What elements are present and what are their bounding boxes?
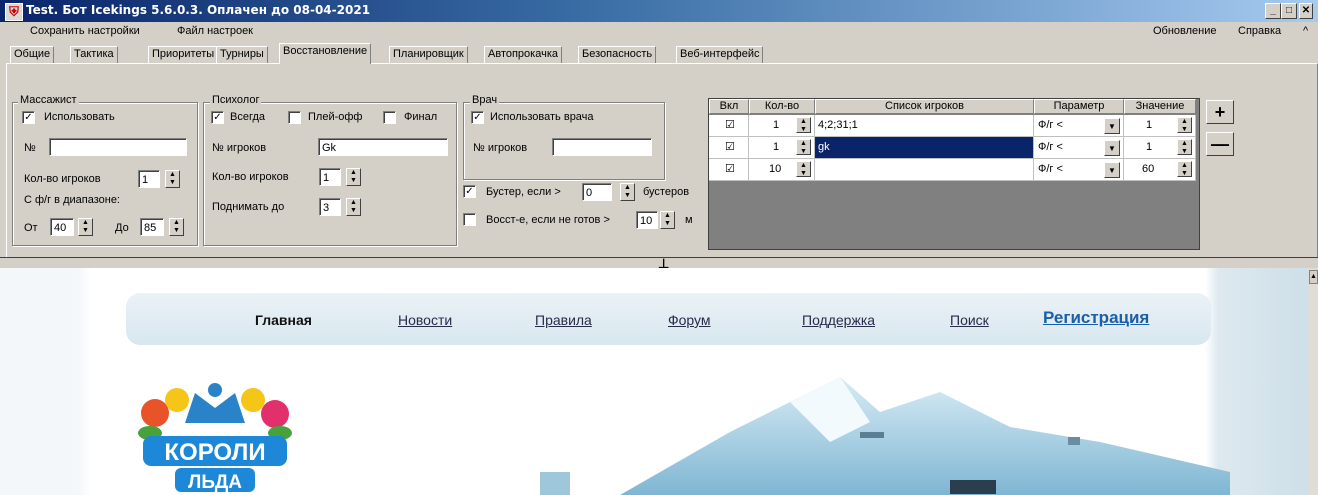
minimize-button[interactable]: _ [1265, 3, 1281, 19]
grid-row1-param-dropdown[interactable]: ▼ [1104, 118, 1120, 134]
menu-update[interactable]: Обновление [1153, 25, 1217, 37]
site-nav-rules[interactable]: Правила [535, 312, 592, 328]
masseur-count-input[interactable]: 1 [138, 170, 160, 188]
psych-playoff-label: Плей-офф [308, 111, 363, 123]
tab-general[interactable]: Общие [10, 46, 55, 64]
masseur-to-input[interactable]: 85 [140, 218, 164, 236]
menu-help[interactable]: Справка [1238, 25, 1281, 37]
tab-priorities[interactable]: Приоритеты [148, 46, 219, 64]
psych-playoff-checkbox[interactable] [288, 111, 301, 124]
masseur-legend: Массажист [18, 94, 79, 106]
remove-row-button[interactable]: — [1206, 132, 1234, 156]
psych-count-spinner[interactable]: ▲ ▼ [346, 168, 361, 186]
masseur-count-spinner[interactable]: ▲ ▼ [165, 170, 180, 188]
grid-row1-enabled[interactable]: ☑ [709, 115, 749, 137]
masseur-use-label: Использовать [44, 111, 115, 123]
psych-raise-spinner[interactable]: ▲ ▼ [346, 198, 361, 216]
booster-input[interactable]: 0 [582, 183, 612, 201]
grid-row3-count-spinner[interactable]: ▲ ▼ [796, 161, 811, 177]
tab-tournaments[interactable]: Турниры [216, 46, 268, 64]
psych-count-label: Кол-во игроков [212, 171, 289, 183]
grid-row1-players[interactable]: 4;2;31;1 [815, 115, 1034, 137]
menu-settings-file[interactable]: Файл настроек [177, 25, 253, 37]
masseur-from-input[interactable]: 40 [50, 218, 74, 236]
masseur-range-label: С ф/г в диапазоне: [24, 194, 120, 206]
recover-label: Восст-е, если не готов > [486, 214, 610, 226]
app-icon: ⛨ [5, 3, 23, 21]
psych-raise-input[interactable]: 3 [319, 198, 341, 216]
masseur-use-checkbox[interactable]: ✓ [22, 111, 35, 124]
grid-header-enabled[interactable]: Вкл [709, 99, 749, 114]
recover-spinner[interactable]: ▲ ▼ [660, 211, 675, 229]
doctor-legend: Врач [470, 94, 500, 106]
window-title: Test. Бот Icekings 5.6.0.3. Оплачен до 0… [26, 3, 371, 17]
site-nav-forum[interactable]: Форум [668, 312, 711, 328]
masseur-to-spinner[interactable]: ▲ ▼ [169, 218, 184, 236]
site-nav-search[interactable]: Поиск [950, 312, 989, 328]
masseur-from-spinner[interactable]: ▲ ▼ [78, 218, 93, 236]
grid-header-count[interactable]: Кол-во [749, 99, 815, 114]
grid-row3-players[interactable] [815, 159, 1034, 181]
grid-row1-count-spinner[interactable]: ▲ ▼ [796, 117, 811, 133]
tab-autolevel[interactable]: Автопрокачка [484, 46, 562, 64]
grid-row2-players[interactable]: gk [815, 137, 1034, 159]
psych-final-checkbox[interactable] [383, 111, 396, 124]
mountain-illustration [540, 377, 1230, 495]
masseur-num-input[interactable] [49, 138, 187, 156]
site-nav-register[interactable]: Регистрация [1043, 308, 1149, 328]
recover-suffix: м [685, 214, 693, 226]
psych-players-input[interactable]: Gk [318, 138, 448, 156]
grid-row1-value-spinner[interactable]: ▲ ▼ [1177, 117, 1192, 133]
psych-count-input[interactable]: 1 [319, 168, 341, 186]
tab-tactics[interactable]: Тактика [70, 46, 118, 64]
maximize-button[interactable]: □ [1281, 3, 1297, 19]
booster-spinner[interactable]: ▲ ▼ [620, 183, 635, 201]
add-row-button[interactable]: + [1206, 100, 1234, 124]
doctor-use-label: Использовать врача [490, 111, 594, 123]
booster-label: Бустер, если > [486, 186, 561, 198]
menu-save-settings[interactable]: Сохранить настройки [30, 25, 140, 37]
tab-security[interactable]: Безопасность [578, 46, 657, 64]
doctor-players-input[interactable] [552, 138, 652, 156]
booster-suffix: бустеров [643, 186, 690, 198]
grid-row2-count-spinner[interactable]: ▲ ▼ [796, 139, 811, 155]
doctor-players-label: № игроков [473, 142, 528, 154]
grid-header-players[interactable]: Список игроков [815, 99, 1034, 114]
psych-players-label: № игроков [212, 142, 267, 154]
grid-row3-param-dropdown[interactable]: ▼ [1104, 162, 1120, 178]
tab-web-interface[interactable]: Веб-интерфейс [676, 46, 764, 64]
close-button[interactable]: ✕ [1299, 3, 1313, 19]
tab-scheduler[interactable]: Планировщик [389, 46, 468, 64]
web-scrollbar[interactable] [1308, 268, 1318, 495]
site-logo: КОРОЛИ ЛЬДА [138, 383, 292, 493]
grid-row2-param-dropdown[interactable]: ▼ [1104, 140, 1120, 156]
psychologist-legend: Психолог [210, 94, 262, 106]
grid-row2-value-spinner[interactable]: ▲ ▼ [1177, 139, 1192, 155]
masseur-num-label: № [24, 142, 36, 154]
psych-final-label: Финал [404, 111, 438, 123]
grid-header-param[interactable]: Параметр [1034, 99, 1124, 114]
psych-always-label: Всегда [230, 111, 266, 123]
psych-raise-label: Поднимать до [212, 201, 285, 213]
grid-row3-enabled[interactable]: ☑ [709, 159, 749, 181]
masseur-from-label: От [24, 222, 38, 234]
recover-checkbox[interactable] [463, 213, 476, 226]
scroll-up-icon[interactable]: ▲ [1309, 270, 1318, 284]
site-nav-news[interactable]: Новости [398, 312, 452, 328]
booster-checkbox[interactable]: ✓ [463, 185, 476, 198]
recover-input[interactable]: 10 [636, 211, 658, 229]
menu-overflow[interactable]: ^ [1303, 25, 1308, 37]
grid-row3-value-spinner[interactable]: ▲ ▼ [1177, 161, 1192, 177]
site-nav-home[interactable]: Главная [255, 312, 312, 328]
site-nav-support[interactable]: Поддержка [802, 312, 875, 328]
grid-header-value[interactable]: Значение [1124, 99, 1196, 114]
logo-line2: ЛЬДА [188, 472, 242, 493]
grid-row2-enabled[interactable]: ☑ [709, 137, 749, 159]
tab-recovery[interactable]: Восстановление [279, 43, 372, 64]
masseur-count-label: Кол-во игроков [24, 173, 101, 185]
logo-line1: КОРОЛИ [164, 439, 265, 466]
psych-always-checkbox[interactable]: ✓ [211, 111, 224, 124]
masseur-to-label: До [115, 222, 129, 234]
doctor-use-checkbox[interactable]: ✓ [471, 111, 484, 124]
